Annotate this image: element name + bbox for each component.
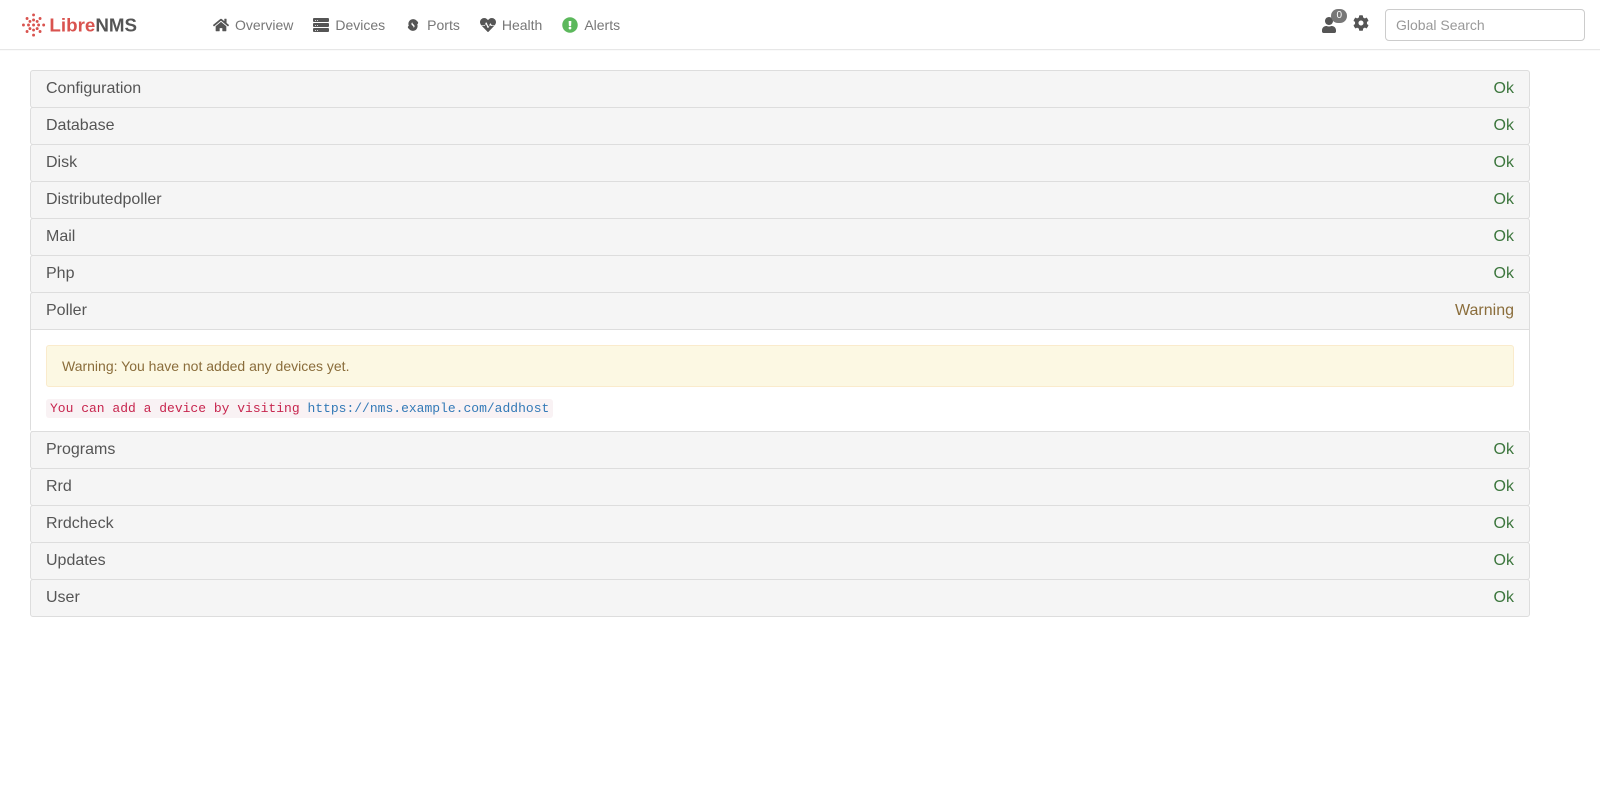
panel-distributedpoller: Distributedpoller Ok: [30, 181, 1530, 219]
panel-heading[interactable]: Rrdcheck Ok: [31, 506, 1529, 542]
settings-menu[interactable]: [1349, 11, 1373, 38]
nav-health-label: Health: [502, 17, 542, 33]
panel-configuration: Configuration Ok: [30, 70, 1530, 108]
panel-updates: Updates Ok: [30, 542, 1530, 580]
main-nav: Overview Devices Ports Health Alerts: [203, 0, 630, 49]
panel-status: Ok: [1494, 552, 1514, 570]
panel-status: Ok: [1494, 515, 1514, 533]
panel-title: Updates: [46, 552, 106, 570]
panel-title: Programs: [46, 441, 115, 459]
nav-health[interactable]: Health: [470, 0, 552, 49]
nav-alerts[interactable]: Alerts: [552, 0, 630, 49]
librenms-logo-icon: LibreNMS: [15, 12, 185, 38]
panel-poller: Poller Warning Warning: You have not added…: [30, 292, 1530, 432]
exclamation-circle-icon: [562, 17, 578, 33]
nav-ports-label: Ports: [427, 17, 460, 33]
panel-rrd: Rrd Ok: [30, 468, 1530, 506]
panel-title: Mail: [46, 228, 75, 246]
panel-title: Configuration: [46, 80, 141, 98]
panel-title: User: [46, 589, 80, 607]
nav-overview[interactable]: Overview: [203, 0, 303, 49]
global-search-input[interactable]: [1385, 9, 1585, 41]
panel-programs: Programs Ok: [30, 431, 1530, 469]
brand-text-libre: Libre: [49, 14, 95, 35]
panel-title: Disk: [46, 154, 77, 172]
panel-status: Warning: [1455, 302, 1514, 320]
panel-body: Warning: You have not added any devices …: [31, 329, 1529, 431]
panel-heading[interactable]: Php Ok: [31, 256, 1529, 292]
panel-heading[interactable]: Database Ok: [31, 108, 1529, 144]
panel-heading[interactable]: Disk Ok: [31, 145, 1529, 181]
panel-heading[interactable]: Poller Warning: [31, 293, 1529, 329]
nav-devices-label: Devices: [335, 17, 385, 33]
home-icon: [213, 17, 229, 33]
panel-title: Rrd: [46, 478, 72, 496]
panel-user: User Ok: [30, 579, 1530, 617]
panel-title: Database: [46, 117, 115, 135]
panel-php: Php Ok: [30, 255, 1530, 293]
navbar-right: 0: [1321, 9, 1585, 41]
panel-title: Poller: [46, 302, 87, 320]
panel-status: Ok: [1494, 154, 1514, 172]
panel-status: Ok: [1494, 265, 1514, 283]
panel-status: Ok: [1494, 117, 1514, 135]
brand-text-nms: NMS: [95, 14, 137, 35]
panel-title: Php: [46, 265, 74, 283]
panel-heading[interactable]: Distributedpoller Ok: [31, 182, 1529, 218]
link-icon: [405, 17, 421, 33]
user-menu[interactable]: 0: [1321, 17, 1337, 33]
panel-heading[interactable]: Rrd Ok: [31, 469, 1529, 505]
panel-status: Ok: [1494, 441, 1514, 459]
panel-status: Ok: [1494, 80, 1514, 98]
nav-ports[interactable]: Ports: [395, 0, 470, 49]
panel-heading[interactable]: Updates Ok: [31, 543, 1529, 579]
panel-status: Ok: [1494, 478, 1514, 496]
panel-disk: Disk Ok: [30, 144, 1530, 182]
brand-logo[interactable]: LibreNMS: [15, 12, 185, 38]
gear-icon: [1353, 15, 1369, 31]
panel-heading[interactable]: Configuration Ok: [31, 71, 1529, 107]
nav-overview-label: Overview: [235, 17, 293, 33]
panel-title: Distributedpoller: [46, 191, 162, 209]
nav-devices[interactable]: Devices: [303, 0, 395, 49]
panel-rrdcheck: Rrdcheck Ok: [30, 505, 1530, 543]
navbar: LibreNMS Overview Devices Ports Health A…: [0, 0, 1600, 50]
panel-mail: Mail Ok: [30, 218, 1530, 256]
panel-heading[interactable]: Programs Ok: [31, 432, 1529, 468]
validation-panel-group: ConfigurationOkDatabaseOkDiskOkDistribut…: [30, 70, 1530, 617]
server-icon: [313, 17, 329, 33]
panel-database: Database Ok: [30, 107, 1530, 145]
panel-status: Ok: [1494, 191, 1514, 209]
svg-text:LibreNMS: LibreNMS: [49, 14, 137, 35]
main-content: ConfigurationOkDatabaseOkDiskOkDistribut…: [0, 50, 1560, 636]
panel-heading[interactable]: Mail Ok: [31, 219, 1529, 255]
warning-alert: Warning: You have not added any devices …: [46, 345, 1514, 387]
hint-code: You can add a device by visiting https:/…: [46, 399, 553, 418]
panel-heading[interactable]: User Ok: [31, 580, 1529, 616]
hint-prefix: You can add a device by visiting: [50, 401, 307, 416]
panel-status: Ok: [1494, 228, 1514, 246]
panel-status: Ok: [1494, 589, 1514, 607]
panel-title: Rrdcheck: [46, 515, 114, 533]
notification-badge: 0: [1331, 9, 1347, 23]
addhost-link[interactable]: https://nms.example.com/addhost: [307, 401, 549, 416]
nav-alerts-label: Alerts: [584, 17, 620, 33]
heartbeat-icon: [480, 17, 496, 33]
